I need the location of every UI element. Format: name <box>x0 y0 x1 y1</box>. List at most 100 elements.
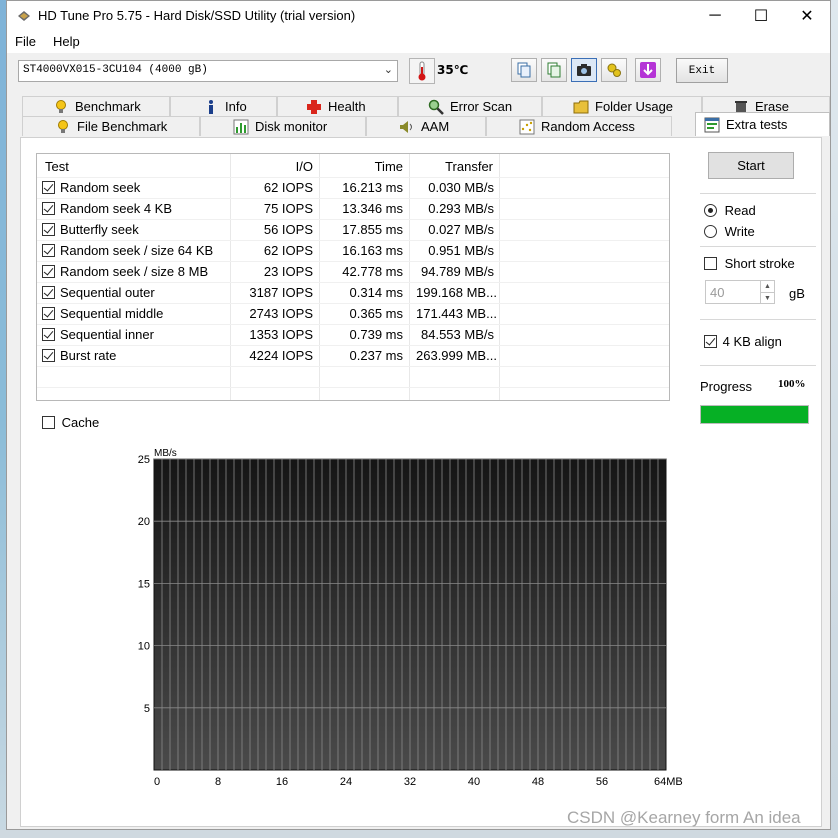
row-time-value: 16.163 ms <box>342 243 403 258</box>
table-row[interactable]: Random seek / size 8 MB 23 IOPS 42.778 ms 9… <box>37 261 669 282</box>
exit-button[interactable]: Exit <box>676 58 728 83</box>
row-test-name: Random seek <box>60 180 141 195</box>
tab-file-benchmark-label: File Benchmark <box>77 119 168 134</box>
header-test[interactable]: Test <box>45 156 69 177</box>
row-time-value: 0.314 ms <box>349 285 403 300</box>
row-io-value: 23 IOPS <box>263 264 313 279</box>
close-button[interactable]: ✕ <box>784 1 830 31</box>
divider <box>700 365 816 366</box>
health-cross-icon <box>307 99 321 114</box>
options-button[interactable] <box>601 58 627 82</box>
row-transfer-value: 199.168 MB... <box>416 285 497 300</box>
row-test-name: Random seek / size 64 KB <box>60 243 214 258</box>
stroke-size-stepper[interactable]: 40 ▲ ▼ <box>705 280 775 304</box>
row-checkbox[interactable] <box>42 244 55 257</box>
row-io-value: 1353 IOPS <box>249 327 313 342</box>
table-row[interactable]: Sequential middle 2743 IOPS 0.365 ms 171.44… <box>37 303 669 324</box>
stepper-up-icon[interactable]: ▲ <box>760 281 774 292</box>
row-transfer-value: 171.443 MB... <box>416 306 497 321</box>
tab-disk-monitor[interactable]: Disk monitor <box>200 116 366 136</box>
table-row[interactable]: Sequential inner 1353 IOPS 0.739 ms 84.553 … <box>37 324 669 345</box>
menu-file[interactable]: File <box>15 34 36 49</box>
transfer-chart: 25 20 15 10 5 0 8 16 24 32 40 48 56 64MB MB/s <box>138 448 683 786</box>
save-button[interactable] <box>635 58 661 82</box>
row-test-name: Random seek 4 KB <box>60 201 173 216</box>
copy-all-button[interactable] <box>541 58 567 82</box>
align-checkbox[interactable]: 4 KB align <box>704 334 782 349</box>
tab-folder-usage[interactable]: Folder Usage <box>542 96 702 116</box>
header-transfer[interactable]: Transfer <box>416 156 493 177</box>
tab-benchmark[interactable]: Benchmark <box>22 96 170 116</box>
scatter-icon <box>519 119 535 134</box>
menu-help[interactable]: Help <box>53 34 80 49</box>
chart-y-tick-label: 10 <box>138 641 150 653</box>
row-checkbox[interactable] <box>42 307 55 320</box>
cache-checkbox[interactable]: Cache <box>42 415 99 430</box>
file-bulb-icon <box>58 119 68 133</box>
row-checkbox[interactable] <box>42 181 55 194</box>
speaker-icon <box>400 120 412 133</box>
table-row[interactable]: Burst rate 4224 IOPS 0.237 ms 263.999 MB... <box>37 345 669 366</box>
row-checkbox[interactable] <box>42 223 55 236</box>
table-row[interactable]: Random seek 4 KB 75 IOPS 13.346 ms 0.293 MB… <box>37 198 669 219</box>
tab-error-scan[interactable]: Error Scan <box>398 96 542 116</box>
write-label: Write <box>724 224 755 239</box>
start-button[interactable]: Start <box>708 152 794 179</box>
write-radio[interactable]: Write <box>704 224 755 239</box>
desktop-right-edge <box>831 0 838 838</box>
copy-icon <box>517 62 531 78</box>
table-row[interactable]: Random seek 62 IOPS 16.213 ms 0.030 MB/s <box>37 177 669 198</box>
write-radio-dot <box>704 225 717 238</box>
stroke-unit: gB <box>789 286 805 301</box>
header-time[interactable]: Time <box>326 156 403 177</box>
tab-info-label: Info <box>225 99 247 114</box>
short-stroke-check <box>704 257 717 270</box>
screenshot-button[interactable] <box>571 58 597 82</box>
info-icon <box>209 99 213 114</box>
row-checkbox[interactable] <box>42 265 55 278</box>
row-test-name: Butterfly seek <box>60 222 139 237</box>
title-bar[interactable]: HD Tune Pro 5.75 - Hard Disk/SSD Utility… <box>7 1 830 31</box>
table-row[interactable]: Sequential outer 3187 IOPS 0.314 ms 199.168… <box>37 282 669 303</box>
table-header-row: Test I/O Time Transfer <box>37 156 669 177</box>
row-transfer-value: 263.999 MB... <box>416 348 497 363</box>
stepper-down-icon[interactable]: ▼ <box>760 292 774 303</box>
download-arrow-icon <box>640 62 656 78</box>
start-button-label: Start <box>737 158 765 173</box>
table-row[interactable]: Random seek / size 64 KB 62 IOPS 16.163 ms… <box>37 240 669 261</box>
app-disk-icon <box>18 11 30 21</box>
short-stroke-label: Short stroke <box>724 256 795 271</box>
chart-y-tick-label: 15 <box>138 578 150 590</box>
row-time-value: 42.778 ms <box>342 264 403 279</box>
drive-select-value: ST4000VX015-3CU104 (4000 gB) <box>23 64 208 76</box>
row-checkbox[interactable] <box>42 202 55 215</box>
divider <box>700 246 816 247</box>
maximize-button[interactable]: ☐ <box>738 1 784 31</box>
read-radio[interactable]: Read <box>704 203 756 218</box>
row-checkbox[interactable] <box>42 286 55 299</box>
row-test-cell: Sequential outer <box>42 282 155 303</box>
chart-x-tick-label: 32 <box>404 776 416 786</box>
tab-extra-tests[interactable]: Extra tests <box>695 112 830 136</box>
tab-file-benchmark[interactable]: File Benchmark <box>22 116 200 136</box>
minimize-button[interactable]: ─ <box>692 1 738 31</box>
tab-random-access[interactable]: Random Access <box>486 116 672 136</box>
row-transfer-value: 0.027 MB/s <box>428 222 494 237</box>
divider <box>700 193 816 194</box>
header-io[interactable]: I/O <box>237 156 313 177</box>
table-row[interactable]: Butterfly seek 56 IOPS 17.855 ms 0.027 MB/s <box>37 219 669 240</box>
drive-select[interactable]: ST4000VX015-3CU104 (4000 gB) ⌄ <box>18 60 398 82</box>
row-divider <box>37 366 669 367</box>
chart-y-tick-label: 20 <box>138 516 150 528</box>
row-checkbox[interactable] <box>42 349 55 362</box>
row-checkbox[interactable] <box>42 328 55 341</box>
chart-y-tick-label: 5 <box>144 703 150 715</box>
row-io-value: 3187 IOPS <box>249 285 313 300</box>
copy-info-button[interactable] <box>511 58 537 82</box>
row-test-cell: Butterfly seek <box>42 219 139 240</box>
tab-info[interactable]: Info <box>170 96 277 116</box>
short-stroke-checkbox[interactable]: Short stroke <box>704 256 795 271</box>
row-time-value: 17.855 ms <box>342 222 403 237</box>
tab-health[interactable]: Health <box>277 96 398 116</box>
tab-aam[interactable]: AAM <box>366 116 486 136</box>
